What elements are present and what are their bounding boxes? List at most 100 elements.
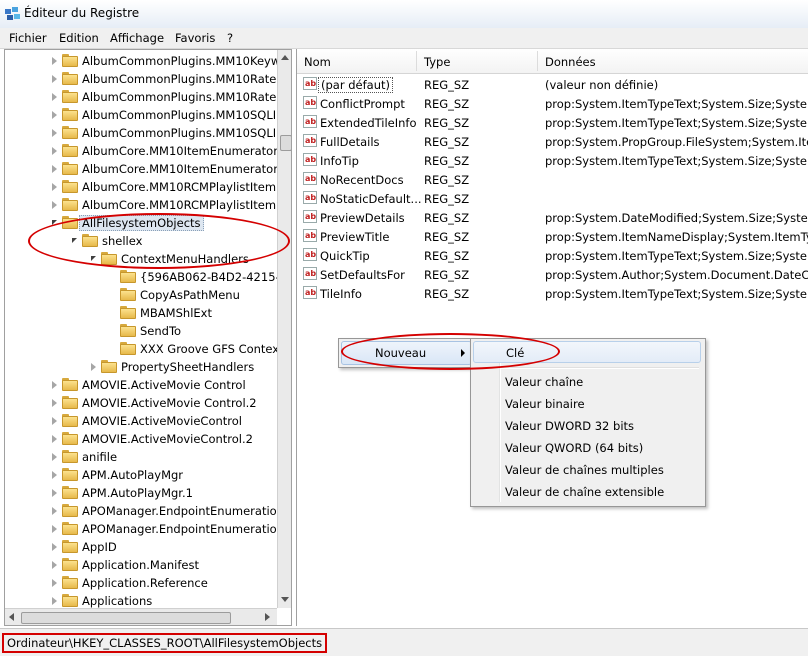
- submenu-item-chaine-extensible[interactable]: Valeur de chaîne extensible: [473, 481, 701, 503]
- collapsed-arrow-icon[interactable]: [52, 579, 57, 587]
- tree-node[interactable]: AlbumCommonPlugins.MM10Rate: [5, 88, 276, 106]
- tree-node[interactable]: AlbumCommonPlugins.MM10Rate: [5, 70, 276, 88]
- collapsed-arrow-icon[interactable]: [52, 381, 57, 389]
- scroll-left-icon[interactable]: [9, 613, 14, 621]
- tree-node[interactable]: {596AB062-B4D2-4215-9F: [5, 268, 291, 286]
- collapsed-arrow-icon[interactable]: [91, 363, 96, 371]
- tree-node[interactable]: AlbumCore.MM10ItemEnumerator: [5, 142, 278, 160]
- scroll-down-icon[interactable]: [281, 597, 289, 602]
- submenu-item-valeur-chaine[interactable]: Valeur chaîne: [473, 371, 701, 393]
- expanded-arrow-icon[interactable]: [91, 256, 96, 261]
- collapsed-arrow-icon[interactable]: [52, 93, 57, 101]
- column-separator[interactable]: [416, 51, 417, 71]
- tree-node[interactable]: AlbumCommonPlugins.MM10Keyw: [5, 52, 280, 70]
- collapsed-arrow-icon[interactable]: [52, 129, 57, 137]
- tree-node[interactable]: AMOVIE.ActiveMovie Control.2: [5, 394, 275, 412]
- tree-node[interactable]: AlbumCommonPlugins.MM10SQLI: [5, 124, 276, 142]
- tree-node[interactable]: MBAMShlExt: [5, 304, 275, 322]
- column-header-data[interactable]: Données: [545, 55, 596, 69]
- collapsed-arrow-icon[interactable]: [52, 525, 57, 533]
- collapsed-arrow-icon[interactable]: [52, 399, 57, 407]
- tree-node[interactable]: PropertySheetHandlers: [5, 358, 275, 376]
- tree-node[interactable]: AMOVIE.ActiveMovieControl: [5, 412, 275, 430]
- tree-node[interactable]: ContextMenuHandlers: [5, 250, 275, 268]
- collapsed-arrow-icon[interactable]: [52, 597, 57, 605]
- submenu-item-chaines-multiples[interactable]: Valeur de chaînes multiples: [473, 459, 701, 481]
- tree-node[interactable]: CopyAsPathMenu: [5, 286, 275, 304]
- tree-node[interactable]: shellex: [5, 232, 275, 250]
- submenu-item-valeur-binaire[interactable]: Valeur binaire: [473, 393, 701, 415]
- tree-node[interactable]: AlbumCore.MM10ItemEnumerator.: [5, 160, 281, 178]
- value-row[interactable]: ab PreviewTitle REG_SZ prop:System.ItemName…: [297, 227, 808, 246]
- collapsed-arrow-icon[interactable]: [52, 489, 57, 497]
- value-row[interactable]: ab InfoTip REG_SZ prop:System.ItemTypeText;…: [297, 151, 808, 170]
- tree-node[interactable]: APM.AutoPlayMgr.1: [5, 484, 275, 502]
- scroll-right-icon[interactable]: [265, 613, 270, 621]
- menu-help[interactable]: ?: [227, 31, 233, 45]
- scroll-up-icon[interactable]: [281, 55, 289, 60]
- collapsed-arrow-icon[interactable]: [52, 453, 57, 461]
- submenu-item-valeur-dword[interactable]: Valeur DWORD 32 bits: [473, 415, 701, 437]
- submenu-item-cle[interactable]: Clé: [473, 341, 701, 363]
- value-row[interactable]: ab PreviewDetails REG_SZ prop:System.DateMo…: [297, 208, 808, 227]
- expanded-arrow-icon[interactable]: [52, 220, 57, 225]
- value-row[interactable]: ab TileInfo REG_SZ prop:System.ItemTypeText…: [297, 284, 808, 303]
- tree-node[interactable]: AMOVIE.ActiveMovieControl.2: [5, 430, 275, 448]
- tree-node[interactable]: AlbumCore.MM10RCMPlaylistItem: [5, 178, 276, 196]
- tree-node[interactable]: anifile: [5, 448, 275, 466]
- value-row[interactable]: ab NoStaticDefault... REG_SZ: [297, 189, 808, 208]
- value-data: prop:System.ItemTypeText;System.Size;Sys…: [545, 116, 808, 130]
- expanded-arrow-icon[interactable]: [72, 238, 77, 243]
- string-value-icon: ab: [303, 210, 317, 223]
- menu-item-nouveau[interactable]: Nouveau: [341, 341, 472, 365]
- tree-node[interactable]: AMOVIE.ActiveMovie Control: [5, 376, 275, 394]
- collapsed-arrow-icon[interactable]: [52, 507, 57, 515]
- value-row[interactable]: ab QuickTip REG_SZ prop:System.ItemTypeText…: [297, 246, 808, 265]
- menu-favoris[interactable]: Favoris: [175, 31, 215, 45]
- menu-fichier[interactable]: Fichier: [9, 31, 47, 45]
- value-row[interactable]: ab (par défaut) REG_SZ (valeur non définie): [297, 75, 808, 94]
- collapsed-arrow-icon[interactable]: [52, 201, 57, 209]
- menu-affichage[interactable]: Affichage: [110, 31, 164, 45]
- collapsed-arrow-icon[interactable]: [52, 165, 57, 173]
- tree-node[interactable]: Application.Reference: [5, 574, 275, 592]
- menu-edition[interactable]: Edition: [59, 31, 99, 45]
- column-header-type[interactable]: Type: [424, 55, 450, 69]
- tree-node[interactable]: Application.Manifest: [5, 556, 275, 574]
- tree-node[interactable]: APOManager.EndpointEnumeration: [5, 520, 284, 538]
- value-row[interactable]: ab NoRecentDocs REG_SZ: [297, 170, 808, 189]
- value-row[interactable]: ab FullDetails REG_SZ prop:System.PropGroup…: [297, 132, 808, 151]
- tree-node[interactable]: XXX Groove GFS Context: [5, 340, 284, 358]
- registry-tree[interactable]: AlbumCommonPlugins.MM10Keyw AlbumCommonPl…: [4, 49, 292, 626]
- collapsed-arrow-icon[interactable]: [52, 111, 57, 119]
- collapsed-arrow-icon[interactable]: [52, 147, 57, 155]
- collapsed-arrow-icon[interactable]: [52, 471, 57, 479]
- value-row[interactable]: ab SetDefaultsFor REG_SZ prop:System.Author…: [297, 265, 808, 284]
- collapsed-arrow-icon[interactable]: [52, 561, 57, 569]
- tree-node[interactable]: APM.AutoPlayMgr: [5, 466, 275, 484]
- tree-node[interactable]: APOManager.EndpointEnumeration: [5, 502, 284, 520]
- value-row[interactable]: ab ConflictPrompt REG_SZ prop:System.ItemTy…: [297, 94, 808, 113]
- collapsed-arrow-icon[interactable]: [52, 543, 57, 551]
- tree-node[interactable]: AllFilesystemObjects: [5, 214, 275, 232]
- collapsed-arrow-icon[interactable]: [52, 435, 57, 443]
- tree-node[interactable]: AlbumCore.MM10RCMPlaylistItem: [5, 196, 276, 214]
- tree-hscroll-thumb[interactable]: [21, 612, 231, 624]
- value-data: prop:System.Author;System.Document.DateC…: [545, 268, 808, 282]
- column-separator[interactable]: [537, 51, 538, 71]
- tree-horizontal-scrollbar[interactable]: [5, 608, 277, 625]
- tree-node[interactable]: SendTo: [5, 322, 275, 340]
- collapsed-arrow-icon[interactable]: [52, 75, 57, 83]
- tree-node[interactable]: AppID: [5, 538, 275, 556]
- collapsed-arrow-icon[interactable]: [52, 57, 57, 65]
- tree-node[interactable]: AlbumCommonPlugins.MM10SQLI: [5, 106, 276, 124]
- folder-icon: [62, 72, 78, 85]
- collapsed-arrow-icon[interactable]: [52, 183, 57, 191]
- tree-vscroll-thumb[interactable]: [280, 135, 291, 151]
- value-row[interactable]: ab ExtendedTileInfo REG_SZ prop:System.Item…: [297, 113, 808, 132]
- column-header-name[interactable]: Nom: [304, 55, 331, 69]
- collapsed-arrow-icon[interactable]: [52, 417, 57, 425]
- tree-vertical-scrollbar[interactable]: [277, 50, 291, 608]
- submenu-item-valeur-qword[interactable]: Valeur QWORD (64 bits): [473, 437, 701, 459]
- submenu-item-label: Valeur DWORD 32 bits: [505, 419, 635, 433]
